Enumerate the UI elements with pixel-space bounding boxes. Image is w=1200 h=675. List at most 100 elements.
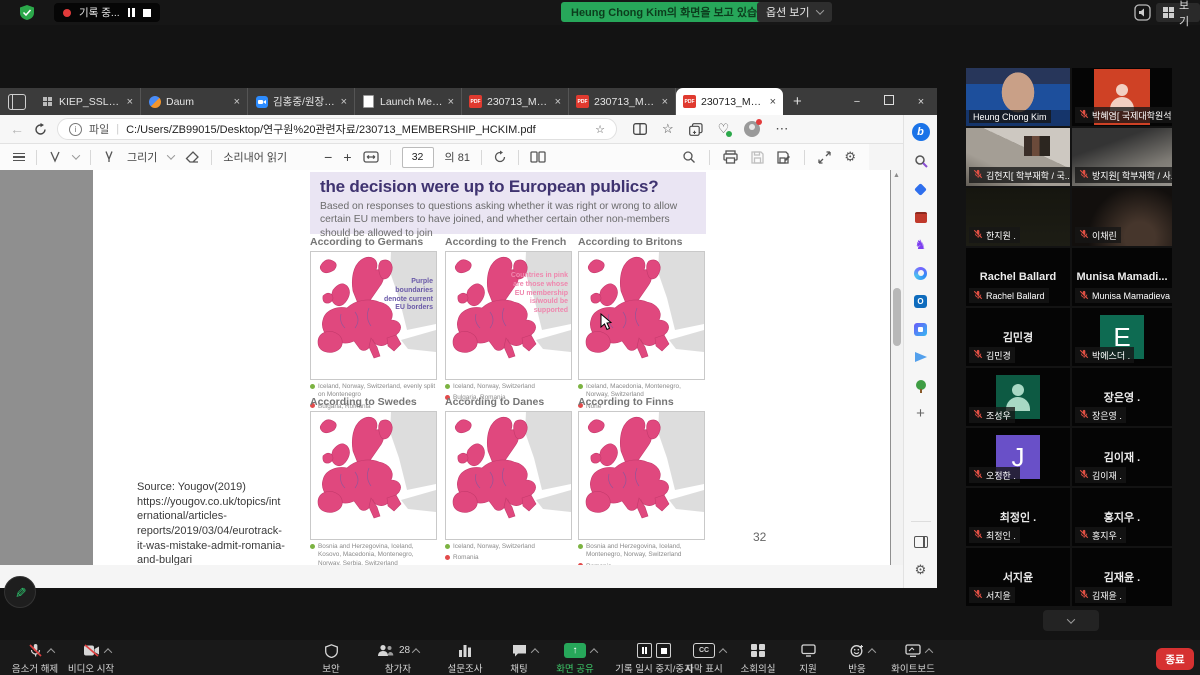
participant-tile[interactable]: 김재윤 . 김재윤 . — [1072, 548, 1172, 606]
pdf-scrollbar[interactable]: ▲ — [891, 170, 903, 565]
eraser-icon[interactable] — [185, 151, 200, 164]
participant-tile[interactable]: 방지원[ 학부재학 / 사... — [1072, 128, 1172, 186]
page-number-input[interactable] — [402, 147, 434, 168]
tab-daum[interactable]: Daum × — [141, 88, 248, 115]
outlook-icon[interactable]: O — [913, 293, 929, 309]
eco-tree-icon[interactable] — [913, 377, 929, 393]
settings-menu-icon[interactable]: ⋯ — [775, 121, 788, 137]
minimize-button[interactable]: − — [841, 96, 873, 108]
breakout-rooms-button[interactable]: 소회의실 — [733, 643, 783, 675]
reactions-button[interactable]: 반응 — [835, 643, 879, 675]
draw-chevron-icon[interactable] — [167, 151, 175, 159]
more-participants-button[interactable] — [1043, 610, 1099, 631]
refresh-button[interactable] — [34, 123, 47, 136]
tab-pdf-1[interactable]: PDF 230713_MEMB... × — [462, 88, 569, 115]
participant-tile[interactable]: 홍지우 . 홍지우 . — [1072, 488, 1172, 546]
chat-chevron-icon[interactable] — [530, 648, 538, 656]
fit-to-width-icon[interactable] — [363, 151, 379, 163]
video-options-chevron-icon[interactable] — [103, 648, 111, 656]
zoom-in-button[interactable]: + — [343, 149, 351, 165]
bing-chat-icon[interactable]: b — [912, 123, 930, 141]
draw-icon[interactable] — [102, 150, 116, 164]
participant-tile[interactable]: 김이재 . 김이재 . — [1072, 428, 1172, 486]
view-options-button[interactable]: 옵션 보기 — [757, 2, 832, 22]
participant-tile[interactable]: Rachel Ballard Rachel Ballard — [966, 248, 1070, 306]
page-view-icon[interactable] — [530, 151, 546, 163]
participant-tile[interactable]: 한지원 . — [966, 188, 1070, 246]
captions-button[interactable]: CC 자막 표시 — [678, 643, 730, 675]
maximize-button[interactable] — [873, 95, 905, 108]
browser-essentials-icon[interactable]: ♡ — [718, 121, 730, 137]
draw-label[interactable]: 그리기 — [127, 149, 157, 165]
annotation-pencil-button[interactable]: ✎ — [4, 576, 36, 608]
split-screen-icon[interactable] — [633, 123, 647, 135]
chat-button[interactable]: 채팅 — [497, 643, 541, 675]
polls-button[interactable]: 설문조사 — [437, 643, 493, 675]
participant-tile[interactable]: J 오정한 . — [966, 428, 1070, 486]
share-chevron-icon[interactable] — [590, 648, 598, 656]
tab-kiep[interactable]: KIEP_SSL_VP × — [34, 88, 141, 115]
save-as-icon[interactable] — [777, 151, 791, 164]
security-button[interactable]: 보안 — [309, 643, 353, 675]
designer-icon[interactable] — [913, 321, 929, 337]
tab-close-icon[interactable]: × — [448, 96, 454, 108]
participant-tile[interactable]: Heung Chong Kim — [966, 68, 1070, 126]
games-icon[interactable]: ♞ — [913, 237, 929, 253]
tab-close-icon[interactable]: × — [662, 96, 668, 108]
pause-recording-button[interactable] — [128, 8, 135, 17]
audio-settings-icon[interactable] — [1134, 4, 1151, 21]
participants-button[interactable]: 28 참가자 — [369, 643, 427, 675]
drop-icon[interactable] — [913, 349, 929, 365]
page-info-icon[interactable]: i — [69, 123, 82, 136]
zoom-out-button[interactable]: − — [324, 149, 332, 165]
url-field[interactable]: i 파일 | C:/Users/ZB99015/Desktop/연구원%20관련… — [57, 118, 617, 140]
pause-recording-icon[interactable] — [637, 643, 652, 658]
sidebar-toggle-icon[interactable] — [913, 534, 929, 550]
view-layout-button[interactable]: 보기 — [1156, 3, 1200, 22]
close-button[interactable]: × — [905, 96, 937, 108]
tab-actions-icon[interactable] — [8, 94, 26, 110]
participant-tile[interactable]: Munisa Mamadi... Munisa Mamadieva — [1072, 248, 1172, 306]
sidebar-search-icon[interactable] — [913, 153, 929, 169]
tab-close-icon[interactable]: × — [555, 96, 561, 108]
scrollbar-thumb[interactable] — [893, 288, 901, 346]
stop-recording-icon[interactable] — [656, 643, 671, 658]
tab-close-icon[interactable]: × — [234, 96, 240, 108]
pdf-settings-gear-icon[interactable]: ⚙ — [844, 149, 856, 165]
start-video-button[interactable]: 비디오 시작 — [60, 643, 122, 675]
collections-icon[interactable] — [689, 123, 703, 136]
pdf-content-area[interactable]: the decision were up to European publics… — [0, 170, 903, 565]
tab-close-icon[interactable]: × — [341, 96, 347, 108]
table-of-contents-icon[interactable] — [13, 153, 25, 162]
captions-chevron-icon[interactable] — [719, 648, 727, 656]
favorite-star-icon[interactable]: ☆ — [595, 123, 605, 136]
favorites-icon[interactable]: ☆ — [662, 121, 674, 137]
end-meeting-button[interactable]: 종료 — [1156, 648, 1194, 670]
sidebar-settings-gear-icon[interactable]: ⚙ — [913, 562, 929, 578]
participant-tile[interactable]: 김현지[ 학부재학 / 국... — [966, 128, 1070, 186]
mic-options-chevron-icon[interactable] — [46, 648, 54, 656]
participants-chevron-icon[interactable] — [412, 648, 420, 656]
back-button[interactable]: ← — [10, 121, 24, 137]
shopping-icon[interactable] — [913, 181, 929, 197]
support-button[interactable]: 지원 — [788, 643, 828, 675]
participant-tile[interactable]: E 박에스더 . — [1072, 308, 1172, 366]
participant-tile[interactable]: 최정인 . 최정인 . — [966, 488, 1070, 546]
search-icon[interactable] — [682, 150, 696, 164]
print-icon[interactable] — [723, 150, 738, 164]
tools-icon[interactable] — [913, 209, 929, 225]
participant-tile[interactable]: 조성우 — [966, 368, 1070, 426]
read-aloud-button[interactable]: 소리내어 읽기 — [223, 149, 287, 165]
tab-pdf-2[interactable]: PDF 230713_MEMB... × — [569, 88, 676, 115]
stop-recording-button[interactable] — [143, 9, 151, 17]
scroll-up-arrow-icon[interactable]: ▲ — [893, 172, 900, 179]
tab-close-icon[interactable]: × — [770, 96, 776, 108]
rotate-icon[interactable] — [493, 150, 507, 164]
reactions-chevron-icon[interactable] — [868, 648, 876, 656]
participant-tile[interactable]: 김민경 김민경 — [966, 308, 1070, 366]
tab-launch-meeting[interactable]: Launch Meeting × — [355, 88, 462, 115]
whiteboard-button[interactable]: 화이트보드 — [878, 643, 948, 675]
tab-zoom[interactable]: 김홍중/원장/... × — [248, 88, 355, 115]
highlighter-chevron-icon[interactable] — [72, 151, 80, 159]
add-sidebar-item-icon[interactable]: + — [913, 405, 929, 421]
